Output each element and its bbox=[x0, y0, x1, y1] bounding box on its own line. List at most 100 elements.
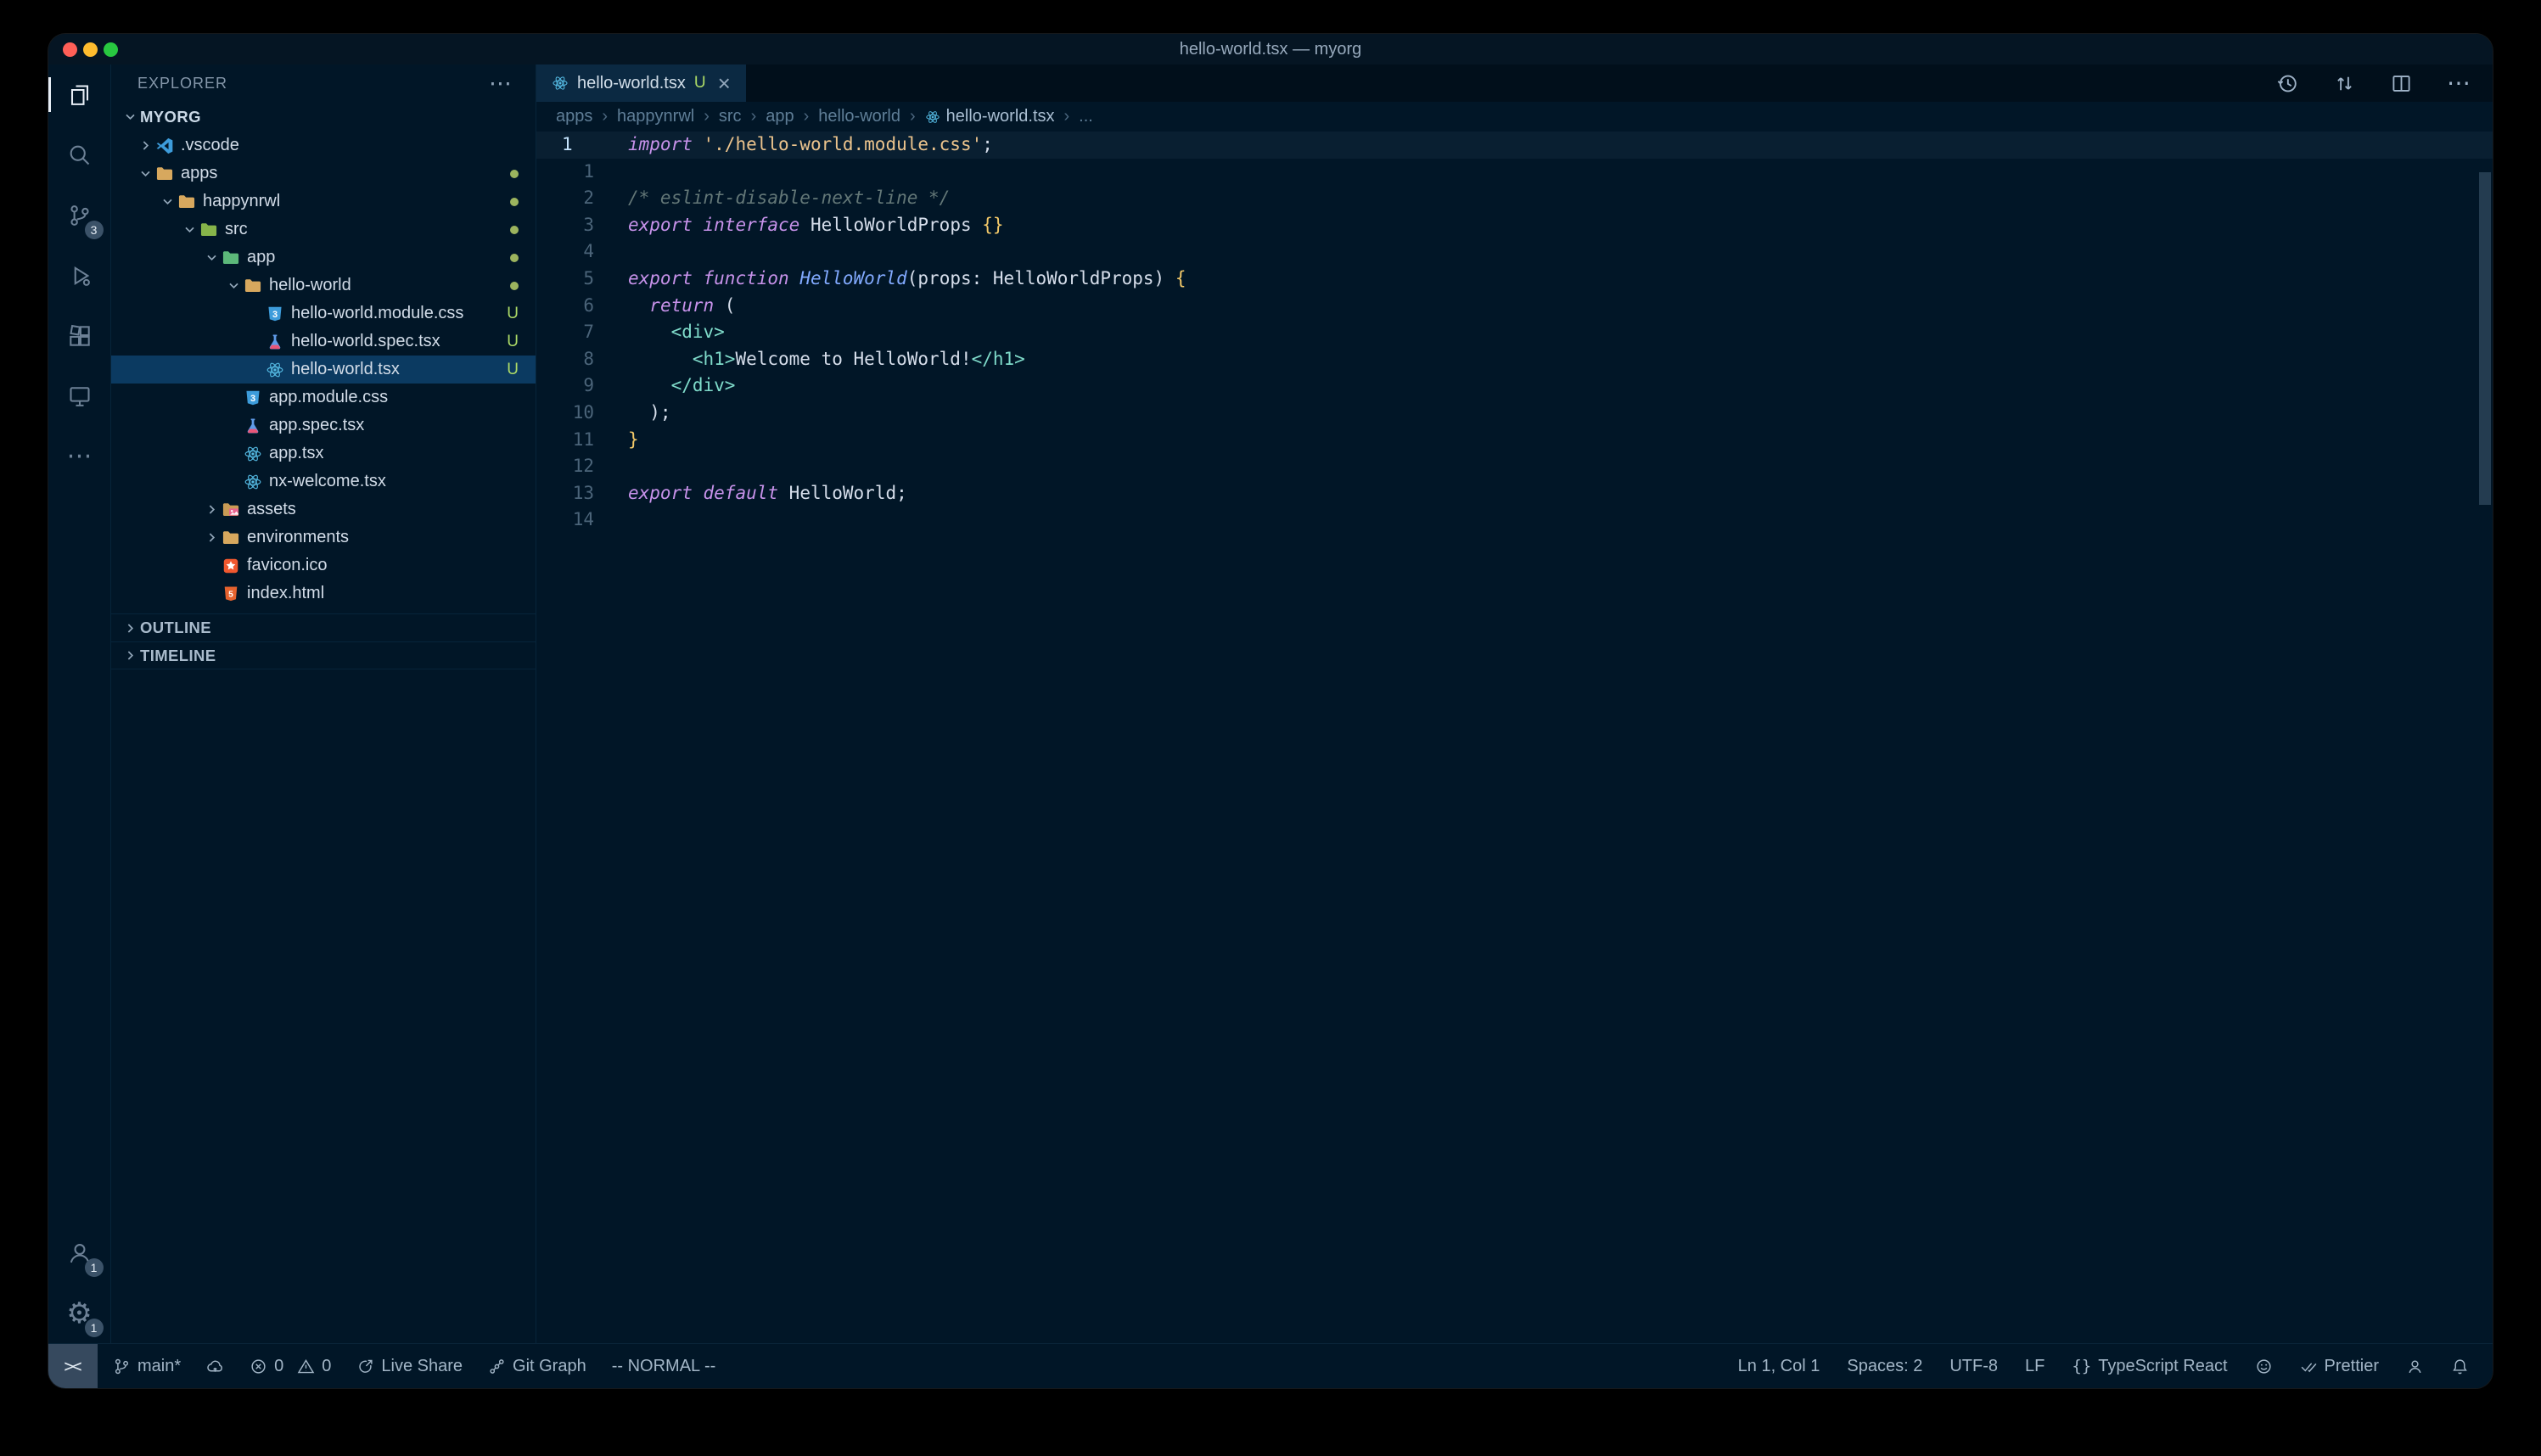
minimize-button[interactable] bbox=[83, 42, 98, 57]
line-number: 3 bbox=[536, 212, 628, 239]
code-line[interactable]: 13export default HelloWorld; bbox=[536, 480, 2493, 507]
accounts-broadcast-status[interactable] bbox=[2406, 1358, 2424, 1375]
tab-hello-world-tsx[interactable]: hello-world.tsx U × bbox=[536, 64, 746, 102]
indent-spacer bbox=[223, 445, 244, 463]
tree-item-hello-world-module-css[interactable]: 3hello-world.module.cssU bbox=[111, 300, 536, 328]
breadcrumb-item[interactable]: hello-world.tsx bbox=[925, 107, 1055, 126]
live-share-status[interactable]: Live Share bbox=[356, 1357, 463, 1376]
code-editor[interactable]: 1import './hello-world.module.css';12/* … bbox=[536, 132, 2493, 1343]
line-number: 8 bbox=[536, 346, 628, 373]
code-lines: 1import './hello-world.module.css';12/* … bbox=[536, 132, 2493, 534]
breadcrumb-item[interactable]: happynrwl bbox=[617, 107, 694, 126]
notifications-status[interactable] bbox=[2451, 1358, 2469, 1375]
tab-untracked-badge: U bbox=[694, 74, 706, 92]
code-line[interactable]: 5export function HelloWorld(props: Hello… bbox=[536, 266, 2493, 293]
code-line[interactable]: 1import './hello-world.module.css'; bbox=[536, 132, 2493, 159]
code-line[interactable]: 3export interface HelloWorldProps {} bbox=[536, 212, 2493, 239]
file-tree: .vscodeappshappynrwlsrcapphello-world3he… bbox=[111, 132, 536, 608]
feedback-status[interactable] bbox=[2255, 1358, 2273, 1375]
code-line[interactable]: 9 </div> bbox=[536, 372, 2493, 400]
tree-item-favicon-ico[interactable]: favicon.ico bbox=[111, 552, 536, 580]
tree-item-app-module-css[interactable]: 3app.module.css bbox=[111, 384, 536, 412]
tab-close-icon[interactable]: × bbox=[718, 72, 731, 94]
titlebar[interactable]: hello-world.tsx — myorg bbox=[48, 34, 2493, 64]
chevron-right-icon[interactable] bbox=[135, 137, 155, 155]
code-line[interactable]: 2/* eslint-disable-next-line */ bbox=[536, 185, 2493, 212]
tree-item--vscode[interactable]: .vscode bbox=[111, 132, 536, 160]
tree-item-assets[interactable]: assets bbox=[111, 496, 536, 524]
activity-extensions[interactable] bbox=[48, 305, 111, 366]
activity-source-control[interactable]: 3 bbox=[48, 185, 111, 245]
tree-item-index-html[interactable]: 5index.html bbox=[111, 580, 536, 608]
git-graph-status[interactable]: Git Graph bbox=[488, 1357, 586, 1376]
problems-status[interactable]: 0 0 bbox=[250, 1357, 331, 1376]
eol-status[interactable]: LF bbox=[2025, 1357, 2045, 1376]
tree-item-apps[interactable]: apps bbox=[111, 160, 536, 188]
breadcrumb-item[interactable]: apps bbox=[556, 107, 592, 126]
split-editor-icon[interactable] bbox=[2390, 72, 2413, 95]
breadcrumb-item[interactable]: src bbox=[719, 107, 742, 126]
git-modified-dot bbox=[510, 282, 519, 290]
chevron-right-icon[interactable] bbox=[201, 501, 222, 519]
chevron-right-icon[interactable] bbox=[201, 529, 222, 547]
vscode-window: hello-world.tsx — myorg 3 bbox=[48, 34, 2493, 1388]
code-line[interactable]: 10 ); bbox=[536, 400, 2493, 427]
close-button[interactable] bbox=[63, 42, 77, 57]
vim-mode-status[interactable]: -- NORMAL -- bbox=[612, 1357, 716, 1376]
breadcrumb-item[interactable]: app bbox=[766, 107, 794, 126]
timeline-section[interactable]: TIMELINE bbox=[111, 641, 536, 669]
activity-more[interactable]: ⋯ bbox=[48, 426, 111, 486]
tree-item-hello-world-tsx[interactable]: hello-world.tsxU bbox=[111, 356, 536, 384]
code-line[interactable]: 4 bbox=[536, 238, 2493, 266]
code-line[interactable]: 6 return ( bbox=[536, 293, 2493, 320]
explorer-section-myorg[interactable]: MYORG bbox=[111, 102, 536, 132]
chevron-down-icon[interactable] bbox=[179, 221, 199, 239]
cursor-position-status[interactable]: Ln 1, Col 1 bbox=[1738, 1357, 1820, 1376]
activity-accounts[interactable]: 1 bbox=[48, 1223, 111, 1283]
tree-item-app-spec-tsx[interactable]: app.spec.tsx bbox=[111, 412, 536, 440]
activity-run-debug[interactable] bbox=[48, 245, 111, 305]
code-line[interactable]: 8 <h1>Welcome to HelloWorld!</h1> bbox=[536, 346, 2493, 373]
remote-indicator-button[interactable]: >< bbox=[48, 1344, 98, 1388]
code-line[interactable]: 12 bbox=[536, 453, 2493, 480]
activity-remote-explorer[interactable] bbox=[48, 366, 111, 426]
chevron-down-icon[interactable] bbox=[223, 277, 244, 295]
activity-settings[interactable]: ⚙ 1 bbox=[48, 1283, 111, 1343]
smiley-icon bbox=[2255, 1358, 2273, 1375]
code-line[interactable]: 14 bbox=[536, 507, 2493, 534]
chevron-down-icon[interactable] bbox=[201, 249, 222, 267]
code-line[interactable]: 7 <div> bbox=[536, 319, 2493, 346]
editor-scrollbar[interactable] bbox=[2479, 172, 2491, 505]
code-line[interactable]: 11} bbox=[536, 427, 2493, 454]
line-number: 2 bbox=[536, 185, 628, 212]
sync-status[interactable] bbox=[206, 1358, 224, 1375]
activity-search[interactable] bbox=[48, 125, 111, 185]
tree-item-hello-world-spec-tsx[interactable]: hello-world.spec.tsxU bbox=[111, 328, 536, 356]
favicon-icon bbox=[222, 557, 240, 575]
zoom-button[interactable] bbox=[104, 42, 118, 57]
chevron-down-icon[interactable] bbox=[135, 165, 155, 183]
tree-item-nx-welcome-tsx[interactable]: nx-welcome.tsx bbox=[111, 468, 536, 496]
encoding-status[interactable]: UTF-8 bbox=[1949, 1357, 1998, 1376]
tree-item-environments[interactable]: environments bbox=[111, 524, 536, 552]
activity-explorer[interactable] bbox=[48, 64, 111, 125]
indentation-status[interactable]: Spaces: 2 bbox=[1847, 1357, 1922, 1376]
code-line[interactable]: 1 bbox=[536, 159, 2493, 186]
tab-label: hello-world.tsx bbox=[577, 74, 686, 93]
tree-item-hello-world[interactable]: hello-world bbox=[111, 272, 536, 300]
breadcrumb-item[interactable]: hello-world bbox=[818, 107, 900, 126]
tree-item-happynrwl[interactable]: happynrwl bbox=[111, 188, 536, 216]
open-changes-icon[interactable] bbox=[2333, 72, 2356, 95]
language-mode-status[interactable]: {} TypeScript React bbox=[2072, 1357, 2227, 1376]
tree-item-app-tsx[interactable]: app.tsx bbox=[111, 440, 536, 468]
outline-section[interactable]: OUTLINE bbox=[111, 613, 536, 641]
history-icon[interactable] bbox=[2276, 72, 2299, 95]
chevron-down-icon[interactable] bbox=[157, 193, 177, 211]
tree-item-app[interactable]: app bbox=[111, 244, 536, 272]
breadcrumb-item[interactable]: ... bbox=[1079, 107, 1093, 126]
line-number: 9 bbox=[536, 372, 628, 400]
svg-text:5: 5 bbox=[228, 590, 233, 599]
tree-item-src[interactable]: src bbox=[111, 216, 536, 244]
prettier-status[interactable]: Prettier bbox=[2300, 1357, 2379, 1376]
git-branch-status[interactable]: main* bbox=[113, 1357, 181, 1376]
